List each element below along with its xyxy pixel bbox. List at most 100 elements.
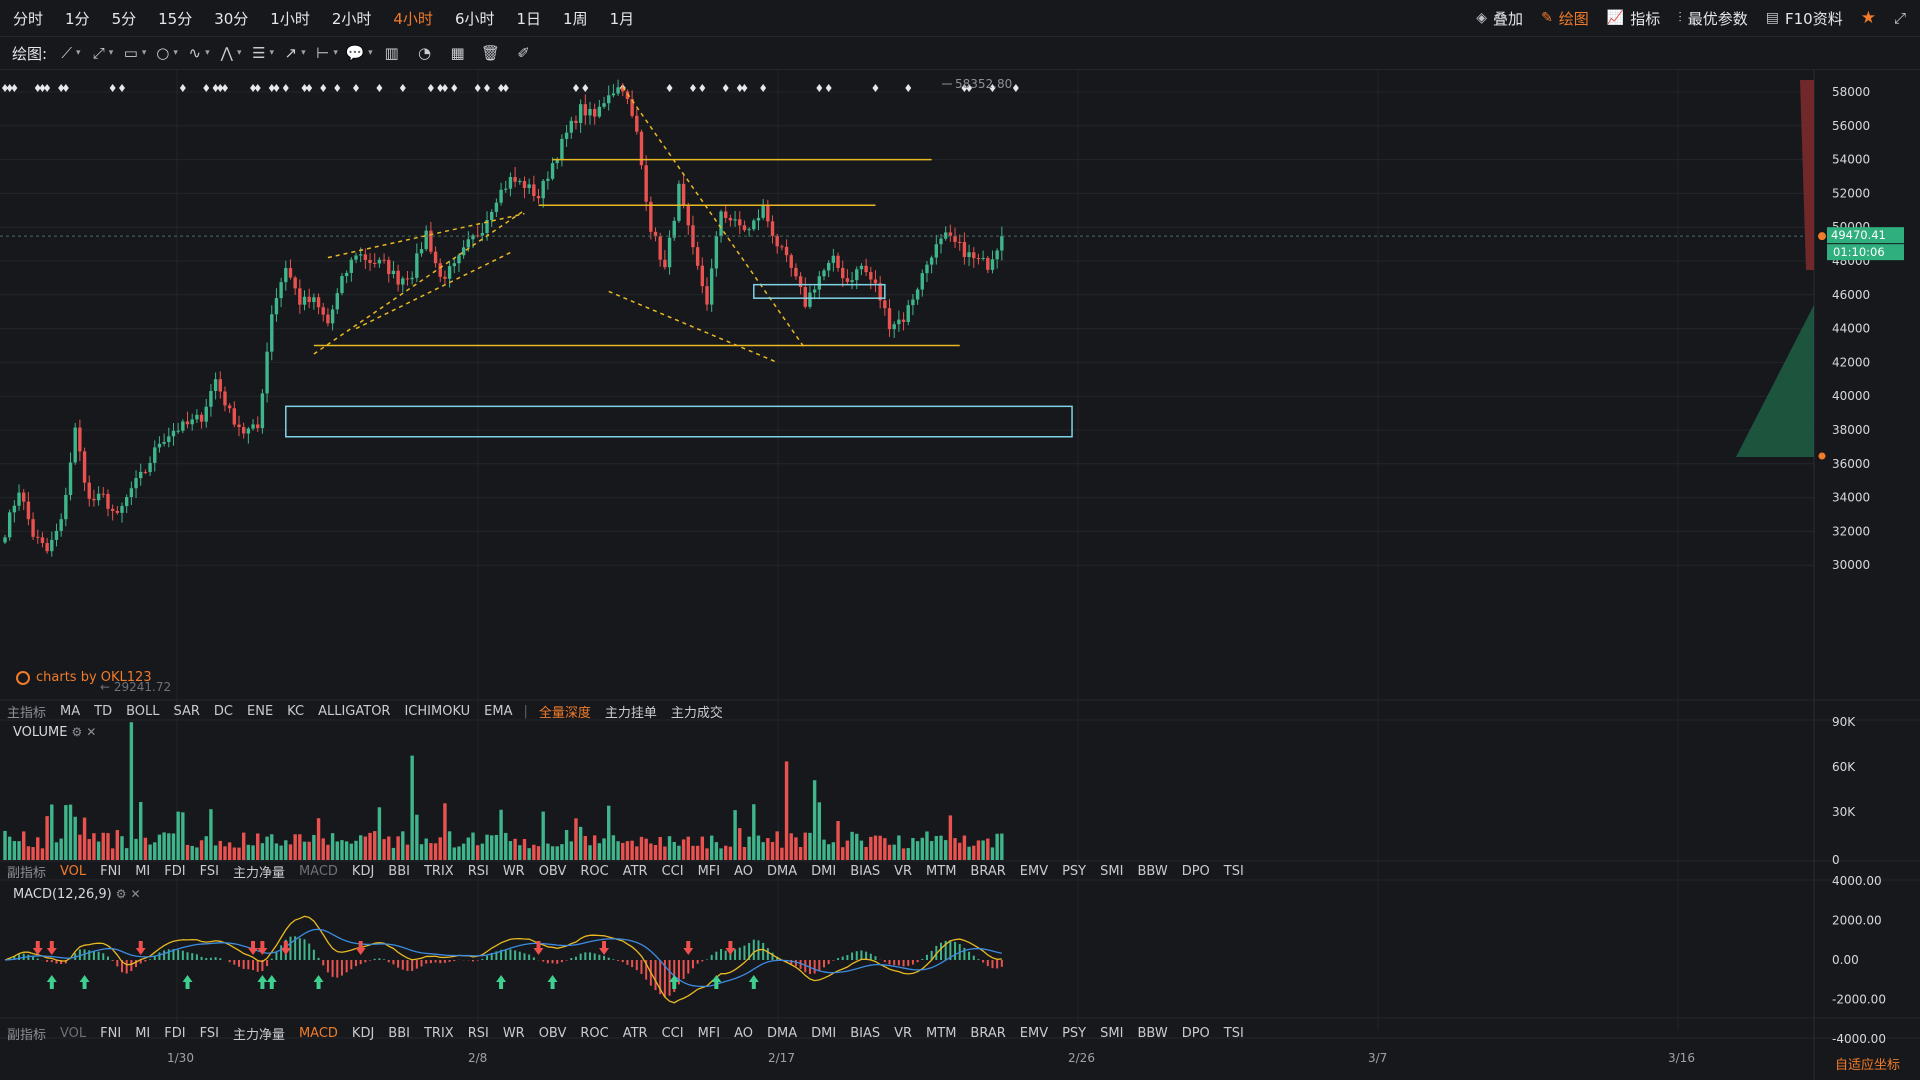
sub-indicator-17[interactable]: AO (727, 1026, 760, 1041)
sub-indicator-15[interactable]: CCI (655, 864, 691, 879)
period-tab-11[interactable]: 1月 (599, 8, 646, 29)
sub-indicator-10[interactable]: RSI (461, 864, 496, 879)
arrow-tool[interactable]: ↗ ▾ (279, 44, 311, 62)
period-tab-1[interactable]: 1分 (54, 8, 101, 29)
sub-indicator-5[interactable]: 主力净量 (226, 862, 292, 881)
sub-indicator-27[interactable]: BBW (1130, 864, 1174, 879)
sub-indicator-28[interactable]: DPO (1175, 864, 1217, 879)
period-tab-9[interactable]: 1日 (505, 8, 552, 29)
period-tab-7[interactable]: 4小时 (382, 8, 444, 29)
sub-indicator-14[interactable]: ATR (616, 864, 655, 879)
sub-indicator-13[interactable]: ROC (573, 864, 615, 879)
adaptive-scale-button[interactable]: 自适应坐标 (1835, 1054, 1900, 1073)
stats-tool[interactable]: ▦ (441, 44, 474, 62)
sub-indicator-24[interactable]: EMV (1013, 1026, 1055, 1041)
bars-tool[interactable]: ▥ (375, 44, 408, 62)
line-tool[interactable]: ⟋ ▾ (55, 44, 87, 62)
close-icon[interactable]: ✕ (131, 887, 141, 901)
fullscreen-icon[interactable]: ⤢ (1894, 9, 1906, 27)
period-tab-4[interactable]: 30分 (203, 8, 259, 29)
measure-tool[interactable]: ⊢ ▾ (311, 44, 343, 62)
sub-indicator-22[interactable]: MTM (919, 1026, 963, 1041)
sub-indicator-25[interactable]: PSY (1055, 864, 1093, 879)
period-tab-5[interactable]: 1小时 (259, 8, 321, 29)
sub-indicator-8[interactable]: BBI (381, 1026, 417, 1041)
sub-indicator-12[interactable]: OBV (532, 1026, 574, 1041)
main-indicator-9[interactable]: EMA (477, 704, 519, 719)
fib-tool[interactable]: ☰ ▾ (247, 44, 279, 62)
sub-indicator-18[interactable]: DMA (760, 1026, 804, 1041)
sub-indicator-20[interactable]: BIAS (843, 864, 887, 879)
sub-indicator-23[interactable]: BRAR (963, 864, 1012, 879)
period-tab-2[interactable]: 5分 (101, 8, 148, 29)
sub-indicator-7[interactable]: KDJ (345, 1026, 381, 1041)
sub-indicator-25[interactable]: PSY (1055, 1026, 1093, 1041)
scale-tool[interactable]: ◔ (408, 44, 441, 62)
sub-indicator-19[interactable]: DMI (804, 1026, 843, 1041)
sub-indicator-15[interactable]: CCI (655, 1026, 691, 1041)
sub-indicator-21[interactable]: VR (887, 864, 919, 879)
main-indicator-7[interactable]: ALLIGATOR (311, 704, 397, 719)
sub-indicator-19[interactable]: DMI (804, 864, 843, 879)
sub-indicator-22[interactable]: MTM (919, 864, 963, 879)
sub-indicator-21[interactable]: VR (887, 1026, 919, 1041)
sub-indicator-2[interactable]: MI (128, 864, 157, 879)
sub-indicator-18[interactable]: DMA (760, 864, 804, 879)
sub-indicator-1[interactable]: FNI (93, 1026, 128, 1041)
main-indicator-6[interactable]: KC (280, 704, 311, 719)
depth-option-1[interactable]: 主力挂单 (598, 702, 664, 721)
indicator-button[interactable]: 📈 指标 (1607, 8, 1660, 29)
f10-button[interactable]: ▤ F10资料 (1766, 8, 1843, 29)
sub-indicator-16[interactable]: MFI (691, 1026, 728, 1041)
sub-indicator-17[interactable]: AO (727, 864, 760, 879)
sub-indicator-7[interactable]: KDJ (345, 864, 381, 879)
sub-indicator-24[interactable]: EMV (1013, 864, 1055, 879)
period-tab-0[interactable]: 分时 (2, 8, 54, 29)
sub-indicator-26[interactable]: SMI (1093, 1026, 1130, 1041)
ray-tool[interactable]: ⤢ ▾ (87, 44, 119, 62)
close-icon[interactable]: ✕ (86, 725, 96, 739)
main-indicator-5[interactable]: ENE (240, 704, 280, 719)
sub-indicator-29[interactable]: TSI (1217, 1026, 1251, 1041)
sub-indicator-20[interactable]: BIAS (843, 1026, 887, 1041)
star-icon[interactable]: ★ (1861, 8, 1876, 28)
sub-indicator-4[interactable]: FSI (193, 864, 226, 879)
sub-indicator-16[interactable]: MFI (691, 864, 728, 879)
depth-option-2[interactable]: 主力成交 (664, 702, 730, 721)
main-indicator-4[interactable]: DC (207, 704, 240, 719)
sub-indicator-3[interactable]: FDI (157, 1026, 192, 1041)
sub-indicator-5[interactable]: 主力净量 (226, 1024, 292, 1043)
main-indicator-0[interactable]: MA (53, 704, 87, 719)
period-tab-6[interactable]: 2小时 (321, 8, 383, 29)
rect-tool[interactable]: ▭ ▾ (119, 44, 151, 62)
overlay-button[interactable]: ◈ 叠加 (1476, 8, 1523, 29)
main-indicator-1[interactable]: TD (87, 704, 119, 719)
main-indicator-3[interactable]: SAR (167, 704, 207, 719)
sub-indicator-0[interactable]: VOL (53, 864, 93, 879)
sub-indicator-0[interactable]: VOL (53, 1026, 93, 1041)
sub-indicator-1[interactable]: FNI (93, 864, 128, 879)
sub-indicator-12[interactable]: OBV (532, 864, 574, 879)
sub-indicator-11[interactable]: WR (496, 864, 532, 879)
draw-button[interactable]: ✎ 绘图 (1541, 8, 1589, 29)
sub-indicator-4[interactable]: FSI (193, 1026, 226, 1041)
sub-indicator-8[interactable]: BBI (381, 864, 417, 879)
period-tab-3[interactable]: 15分 (147, 8, 203, 29)
period-tab-10[interactable]: 1周 (552, 8, 599, 29)
sub-indicator-9[interactable]: TRIX (417, 864, 461, 879)
params-button[interactable]: ⫶ 最优参数 (1678, 8, 1748, 29)
pattern-tool[interactable]: ⋀ ▾ (215, 44, 247, 62)
sub-indicator-3[interactable]: FDI (157, 864, 192, 879)
sub-indicator-27[interactable]: BBW (1130, 1026, 1174, 1041)
circle-tool[interactable]: ○ ▾ (151, 44, 183, 62)
sub-indicator-26[interactable]: SMI (1093, 864, 1130, 879)
wave-tool[interactable]: ∿ ▾ (183, 44, 215, 62)
depth-option-0[interactable]: 全量深度 (532, 702, 598, 721)
sub-indicator-11[interactable]: WR (496, 1026, 532, 1041)
gear-icon[interactable]: ⚙ (71, 725, 82, 739)
lock-tool[interactable]: ✐ (507, 44, 540, 62)
main-indicator-2[interactable]: BOLL (119, 704, 166, 719)
sub-indicator-13[interactable]: ROC (573, 1026, 615, 1041)
delete-tool[interactable]: 🗑 (474, 44, 507, 62)
gear-icon[interactable]: ⚙ (116, 887, 127, 901)
